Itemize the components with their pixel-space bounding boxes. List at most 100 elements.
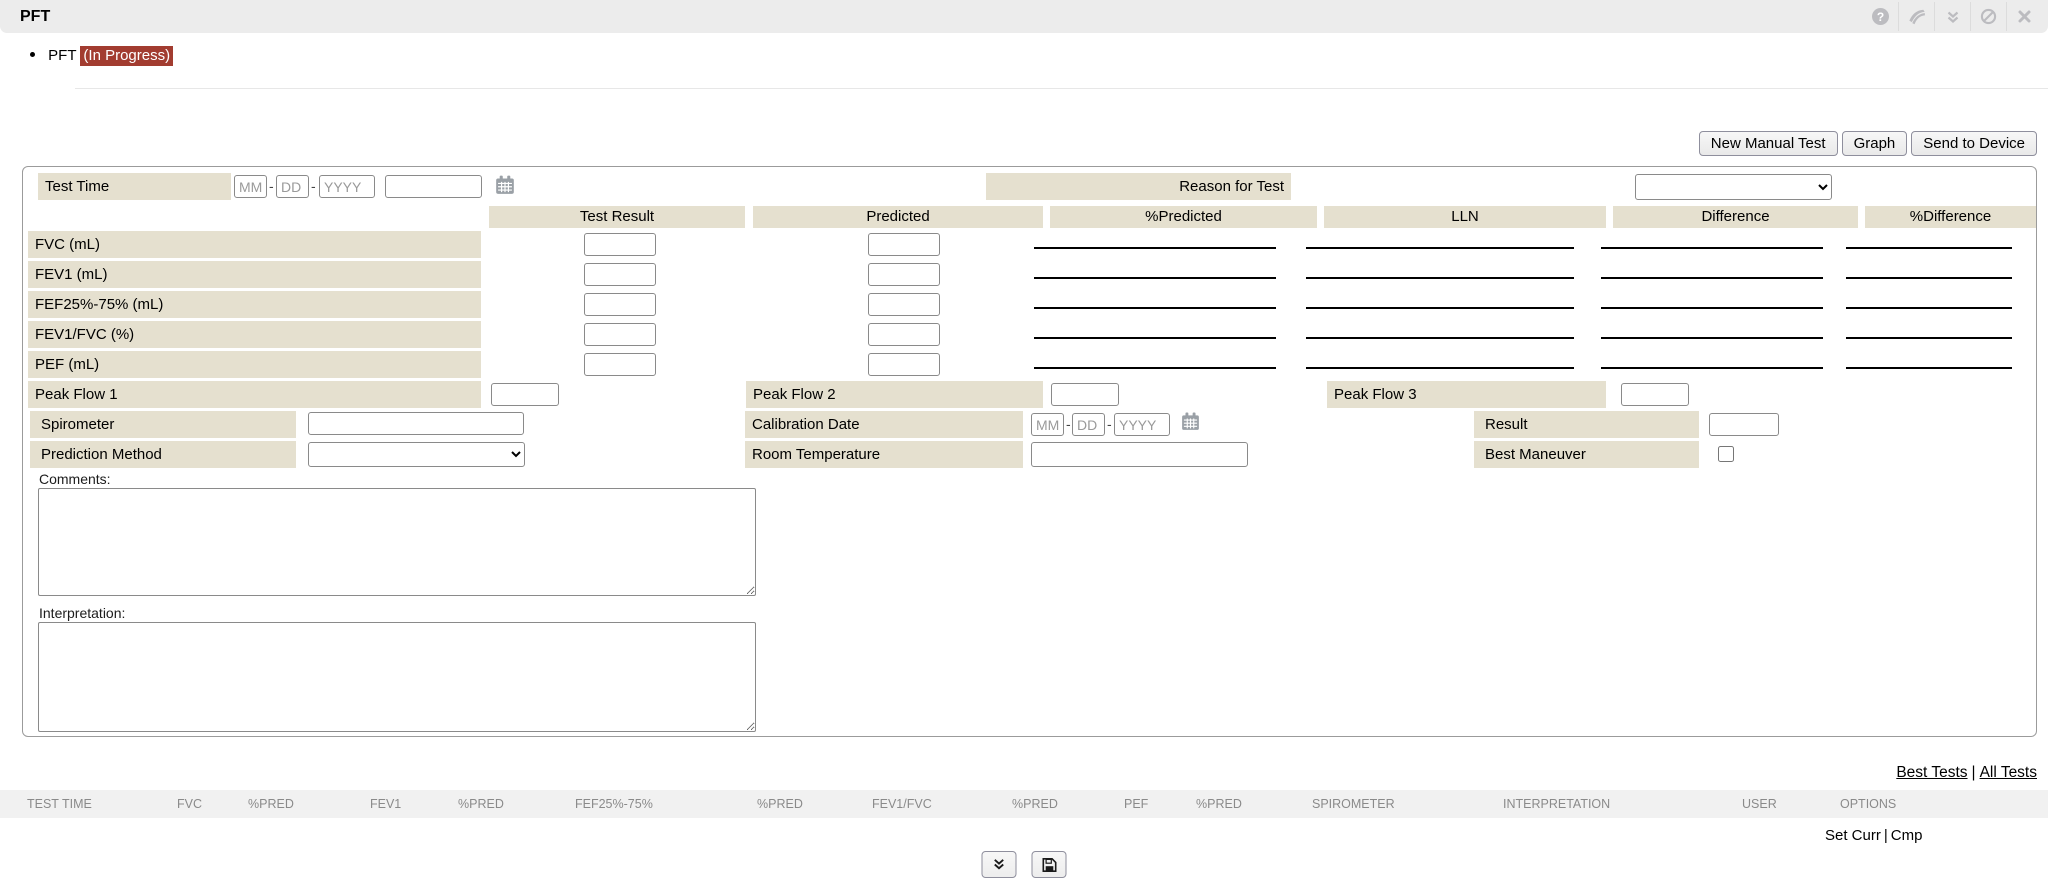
peak-flow-3-label: Peak Flow 3 — [1327, 381, 1606, 408]
disable-icon[interactable] — [1971, 0, 2006, 33]
test-time-time-input[interactable] — [385, 175, 482, 198]
fvc-lln-line — [1306, 247, 1574, 249]
result-label: Result — [1474, 411, 1699, 438]
pef-pct-difference-line — [1846, 367, 2012, 369]
hist-col-options: OPTIONS — [1840, 797, 1896, 811]
expand-more-button[interactable] — [982, 851, 1017, 878]
col-header-pct-predicted: %Predicted — [1050, 206, 1317, 228]
save-button[interactable] — [1032, 851, 1067, 878]
best-tests-link[interactable]: Best Tests — [1896, 764, 1967, 781]
hist-col-fef: FEF25%-75% — [575, 797, 653, 811]
reason-for-test-label: Reason for Test — [986, 173, 1291, 200]
fef-difference-line — [1601, 307, 1823, 309]
cmp-link[interactable]: Cmp — [1891, 827, 1923, 844]
calibration-day-input[interactable] — [1072, 413, 1105, 436]
hist-col-pred-4: %PRED — [1012, 797, 1058, 811]
result-input[interactable] — [1709, 413, 1779, 436]
fev1-test-result-input[interactable] — [584, 263, 656, 286]
fev1fvc-pct-predicted-line — [1034, 337, 1276, 339]
save-disk-icon — [1041, 857, 1057, 873]
hist-col-pef: PEF — [1124, 797, 1148, 811]
col-header-lln: LLN — [1324, 206, 1606, 228]
fvc-predicted-input[interactable] — [868, 233, 940, 256]
prediction-method-select[interactable] — [308, 442, 525, 467]
col-header-predicted: Predicted — [753, 206, 1043, 228]
fef-lln-line — [1306, 307, 1574, 309]
comments-label: Comments: — [39, 471, 111, 487]
best-maneuver-checkbox[interactable] — [1718, 446, 1734, 462]
hist-col-pred-5: %PRED — [1196, 797, 1242, 811]
pft-page: PFT ? — [0, 0, 2048, 883]
titlebar-icon-group: ? — [1863, 0, 2042, 33]
fvc-test-result-input[interactable] — [584, 233, 656, 256]
hist-col-user: USER — [1742, 797, 1777, 811]
history-row-options: Set Curr|Cmp — [1825, 827, 1922, 844]
interpretation-label: Interpretation: — [39, 605, 125, 621]
prediction-method-label: Prediction Method — [30, 441, 296, 468]
date-separator: - — [1107, 416, 1112, 432]
issue-title[interactable]: PFT — [48, 47, 76, 64]
row-label-fef: FEF25%-75% (mL) — [28, 291, 481, 318]
test-time-calendar-icon[interactable] — [495, 175, 515, 195]
fef-test-result-input[interactable] — [584, 293, 656, 316]
col-header-difference: Difference — [1613, 206, 1858, 228]
fev1-difference-line — [1601, 277, 1823, 279]
test-time-label: Test Time — [38, 173, 231, 200]
close-icon[interactable] — [2007, 0, 2042, 33]
calibration-year-input[interactable] — [1114, 413, 1170, 436]
hist-col-interpretation: INTERPRETATION — [1503, 797, 1610, 811]
test-time-day-input[interactable] — [276, 175, 309, 198]
interpretation-textarea[interactable] — [38, 622, 756, 732]
row-label-pef: PEF (mL) — [28, 351, 481, 378]
calibration-month-input[interactable] — [1031, 413, 1064, 436]
peak-flow-1-label: Peak Flow 1 — [28, 381, 481, 408]
history-view-links: Best Tests|All Tests — [1896, 764, 2037, 782]
calibration-calendar-icon[interactable] — [1181, 412, 1200, 431]
fef-pct-difference-line — [1846, 307, 2012, 309]
help-icon[interactable]: ? — [1863, 0, 1898, 33]
pef-test-result-input[interactable] — [584, 353, 656, 376]
hist-col-fev1: FEV1 — [370, 797, 401, 811]
peak-flow-1-input[interactable] — [491, 383, 559, 406]
pef-difference-line — [1601, 367, 1823, 369]
all-tests-link[interactable]: All Tests — [1980, 764, 2037, 781]
new-manual-test-button[interactable]: New Manual Test — [1699, 131, 1838, 156]
col-header-pct-difference: %Difference — [1865, 206, 2036, 228]
fev1-lln-line — [1306, 277, 1574, 279]
fef-pct-predicted-line — [1034, 307, 1276, 309]
comments-textarea[interactable] — [38, 488, 756, 596]
link-separator: | — [1968, 764, 1980, 781]
hist-col-fev1-fvc: FEV1/FVC — [872, 797, 932, 811]
bottom-action-buttons — [982, 851, 1067, 878]
row-label-fvc: FVC (mL) — [28, 231, 481, 258]
spirometer-input[interactable] — [308, 412, 524, 435]
fev1fvc-predicted-input[interactable] — [868, 323, 940, 346]
pef-pct-predicted-line — [1034, 367, 1276, 369]
graph-button[interactable]: Graph — [1842, 131, 1908, 156]
test-time-year-input[interactable] — [319, 175, 375, 198]
fvc-pct-predicted-line — [1034, 247, 1276, 249]
test-time-month-input[interactable] — [234, 175, 267, 198]
titlebar: PFT ? — [0, 0, 2048, 33]
peak-flow-3-input[interactable] — [1621, 383, 1689, 406]
history-table-header: TEST TIME FVC %PRED FEV1 %PRED FEF25%-75… — [0, 790, 2048, 818]
fef-predicted-input[interactable] — [868, 293, 940, 316]
room-temperature-input[interactable] — [1031, 442, 1248, 467]
pef-predicted-input[interactable] — [868, 353, 940, 376]
reason-for-test-select[interactable] — [1635, 174, 1832, 200]
hist-col-pred-1: %PRED — [248, 797, 294, 811]
send-to-device-button[interactable]: Send to Device — [1911, 131, 2037, 156]
calibration-date-label: Calibration Date — [745, 411, 1023, 438]
fev1-pct-difference-line — [1846, 277, 2012, 279]
options-separator: | — [1881, 827, 1891, 844]
collapse-chevrons-icon[interactable] — [1935, 0, 1970, 33]
report-book-icon[interactable] — [1899, 0, 1934, 33]
row-label-fev1-fvc: FEV1/FVC (%) — [28, 321, 481, 348]
peak-flow-2-input[interactable] — [1051, 383, 1119, 406]
set-curr-link[interactable]: Set Curr — [1825, 827, 1881, 844]
bullet-dot — [30, 52, 35, 57]
fev1fvc-test-result-input[interactable] — [584, 323, 656, 346]
peak-flow-2-label: Peak Flow 2 — [746, 381, 1043, 408]
hist-col-pred-3: %PRED — [757, 797, 803, 811]
fev1-predicted-input[interactable] — [868, 263, 940, 286]
